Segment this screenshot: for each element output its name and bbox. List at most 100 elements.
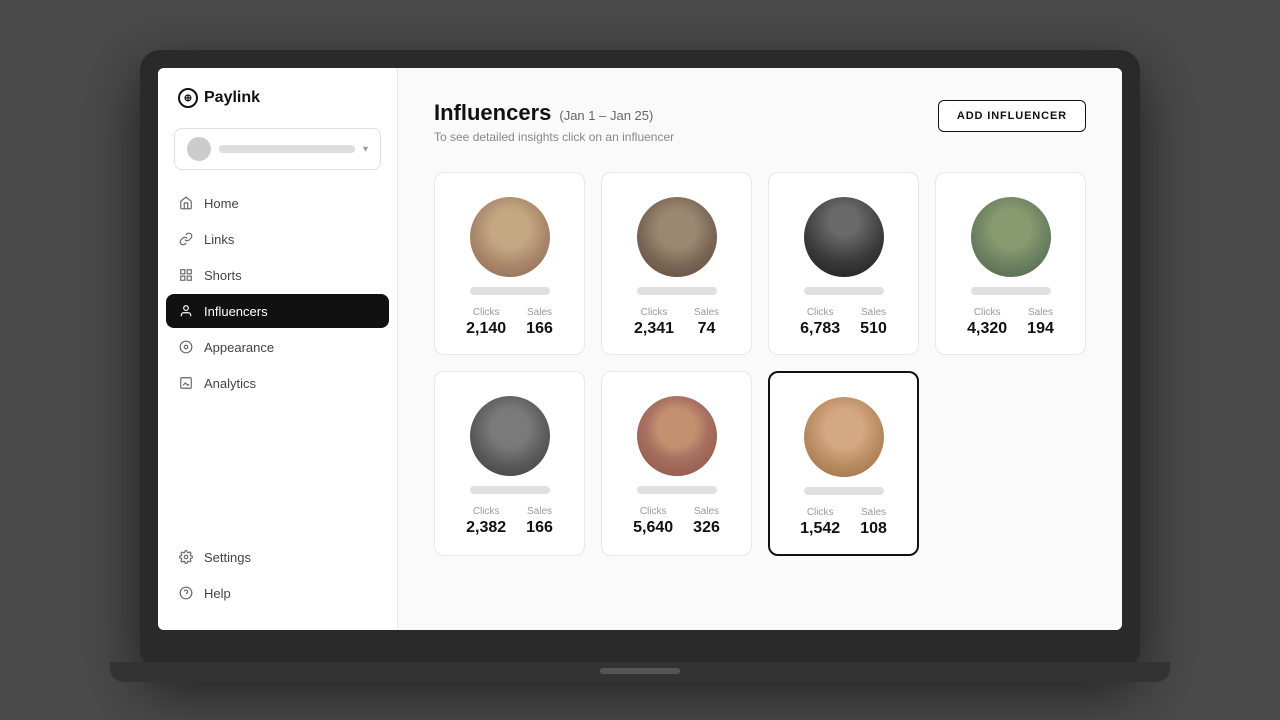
sidebar-item-settings[interactable]: Settings bbox=[166, 540, 389, 574]
logo-icon: ⊕ bbox=[178, 88, 198, 108]
influencer-name-5 bbox=[470, 486, 550, 494]
sidebar-item-home-label: Home bbox=[204, 196, 239, 211]
settings-icon bbox=[178, 549, 194, 565]
laptop-screen: ⊕ Paylink ▾ Home Li bbox=[158, 68, 1122, 630]
add-influencer-button[interactable]: ADD INFLUENCER bbox=[938, 100, 1086, 132]
sidebar-item-appearance[interactable]: Appearance bbox=[166, 330, 389, 364]
clicks-stat-3: Clicks 6,783 bbox=[800, 307, 840, 338]
appearance-icon bbox=[178, 339, 194, 355]
sales-value-2: 74 bbox=[698, 320, 716, 338]
profile-selector[interactable]: ▾ bbox=[174, 128, 381, 170]
laptop-notch bbox=[600, 668, 680, 674]
influencer-avatar-2 bbox=[637, 197, 717, 277]
sidebar-bottom-nav: Settings Help bbox=[158, 540, 397, 610]
home-icon bbox=[178, 195, 194, 211]
influencer-card-7[interactable]: Clicks 1,542 Sales 108 bbox=[768, 371, 919, 556]
influencer-name-3 bbox=[804, 287, 884, 295]
influencer-card-5[interactable]: Clicks 2,382 Sales 166 bbox=[434, 371, 585, 556]
clicks-stat-2: Clicks 2,341 bbox=[634, 307, 674, 338]
influencer-stats-3: Clicks 6,783 Sales 510 bbox=[785, 307, 902, 338]
sales-label-7: Sales bbox=[861, 507, 886, 518]
clicks-label-1: Clicks bbox=[473, 307, 500, 318]
clicks-value-3: 6,783 bbox=[800, 320, 840, 338]
sidebar-item-help-label: Help bbox=[204, 586, 231, 601]
sidebar-item-influencers[interactable]: Influencers bbox=[166, 294, 389, 328]
sales-label-4: Sales bbox=[1028, 307, 1053, 318]
sales-stat-6: Sales 326 bbox=[693, 506, 720, 537]
influencer-card-2[interactable]: Clicks 2,341 Sales 74 bbox=[601, 172, 752, 355]
clicks-value-5: 2,382 bbox=[466, 519, 506, 537]
app-logo: ⊕ Paylink bbox=[158, 88, 397, 128]
influencer-name-2 bbox=[637, 287, 717, 295]
influencer-card-4[interactable]: Clicks 4,320 Sales 194 bbox=[935, 172, 1086, 355]
clicks-label-7: Clicks bbox=[807, 507, 834, 518]
main-nav: Home Links Shorts bbox=[158, 186, 397, 540]
sales-stat-5: Sales 166 bbox=[526, 506, 553, 537]
influencer-avatar-5 bbox=[470, 396, 550, 476]
sales-value-7: 108 bbox=[860, 520, 887, 538]
sales-value-1: 166 bbox=[526, 320, 553, 338]
analytics-icon bbox=[178, 375, 194, 391]
sales-stat-1: Sales 166 bbox=[526, 307, 553, 338]
influencer-card-6[interactable]: Clicks 5,640 Sales 326 bbox=[601, 371, 752, 556]
influencer-stats-6: Clicks 5,640 Sales 326 bbox=[618, 506, 735, 537]
sidebar-item-links-label: Links bbox=[204, 232, 234, 247]
person-icon bbox=[178, 303, 194, 319]
influencer-card-1[interactable]: Clicks 2,140 Sales 166 bbox=[434, 172, 585, 355]
clicks-stat-1: Clicks 2,140 bbox=[466, 307, 506, 338]
influencer-stats-5: Clicks 2,382 Sales 166 bbox=[451, 506, 568, 537]
sales-label-1: Sales bbox=[527, 307, 552, 318]
influencer-name-1 bbox=[470, 287, 550, 295]
sidebar-item-shorts[interactable]: Shorts bbox=[166, 258, 389, 292]
clicks-stat-7: Clicks 1,542 bbox=[800, 507, 840, 538]
sales-stat-4: Sales 194 bbox=[1027, 307, 1054, 338]
sidebar-item-appearance-label: Appearance bbox=[204, 340, 274, 355]
page-subtitle: To see detailed insights click on an inf… bbox=[434, 130, 674, 144]
clicks-value-2: 2,341 bbox=[634, 320, 674, 338]
sales-label-5: Sales bbox=[527, 506, 552, 517]
sidebar-item-links[interactable]: Links bbox=[166, 222, 389, 256]
page-title-block: Influencers (Jan 1 – Jan 25) To see deta… bbox=[434, 100, 674, 144]
help-icon bbox=[178, 585, 194, 601]
clicks-value-7: 1,542 bbox=[800, 520, 840, 538]
sales-stat-2: Sales 74 bbox=[694, 307, 719, 338]
influencer-name-7 bbox=[804, 487, 884, 495]
influencer-name-4 bbox=[971, 287, 1051, 295]
clicks-value-1: 2,140 bbox=[466, 320, 506, 338]
influencer-avatar-1 bbox=[470, 197, 550, 277]
influencer-card-3[interactable]: Clicks 6,783 Sales 510 bbox=[768, 172, 919, 355]
clicks-label-6: Clicks bbox=[640, 506, 667, 517]
sales-stat-7: Sales 108 bbox=[860, 507, 887, 538]
clicks-label-4: Clicks bbox=[974, 307, 1001, 318]
date-range: (Jan 1 – Jan 25) bbox=[559, 108, 653, 123]
profile-name-bar bbox=[219, 145, 355, 153]
clicks-label-5: Clicks bbox=[473, 506, 500, 517]
page-title-text: Influencers bbox=[434, 100, 551, 126]
sidebar-item-analytics[interactable]: Analytics bbox=[166, 366, 389, 400]
influencer-avatar-7 bbox=[804, 397, 884, 477]
chevron-down-icon: ▾ bbox=[363, 144, 368, 155]
page-header: Influencers (Jan 1 – Jan 25) To see deta… bbox=[434, 100, 1086, 144]
influencers-grid: Clicks 2,140 Sales 166 Clicks 2,341 Sale… bbox=[434, 172, 1086, 556]
clicks-stat-5: Clicks 2,382 bbox=[466, 506, 506, 537]
page-title: Influencers (Jan 1 – Jan 25) bbox=[434, 100, 674, 126]
clicks-value-6: 5,640 bbox=[633, 519, 673, 537]
laptop-frame: ⊕ Paylink ▾ Home Li bbox=[140, 50, 1140, 670]
influencer-stats-2: Clicks 2,341 Sales 74 bbox=[618, 307, 735, 338]
sales-value-6: 326 bbox=[693, 519, 720, 537]
link-icon bbox=[178, 231, 194, 247]
sidebar-item-home[interactable]: Home bbox=[166, 186, 389, 220]
sidebar: ⊕ Paylink ▾ Home Li bbox=[158, 68, 398, 630]
sidebar-item-help[interactable]: Help bbox=[166, 576, 389, 610]
influencer-name-6 bbox=[637, 486, 717, 494]
sales-value-5: 166 bbox=[526, 519, 553, 537]
influencer-stats-1: Clicks 2,140 Sales 166 bbox=[451, 307, 568, 338]
sales-label-3: Sales bbox=[861, 307, 886, 318]
influencer-stats-4: Clicks 4,320 Sales 194 bbox=[952, 307, 1069, 338]
sales-value-3: 510 bbox=[860, 320, 887, 338]
sidebar-item-influencers-label: Influencers bbox=[204, 304, 268, 319]
sales-label-6: Sales bbox=[694, 506, 719, 517]
clicks-stat-4: Clicks 4,320 bbox=[967, 307, 1007, 338]
main-content: Influencers (Jan 1 – Jan 25) To see deta… bbox=[398, 68, 1122, 630]
sidebar-item-settings-label: Settings bbox=[204, 550, 251, 565]
